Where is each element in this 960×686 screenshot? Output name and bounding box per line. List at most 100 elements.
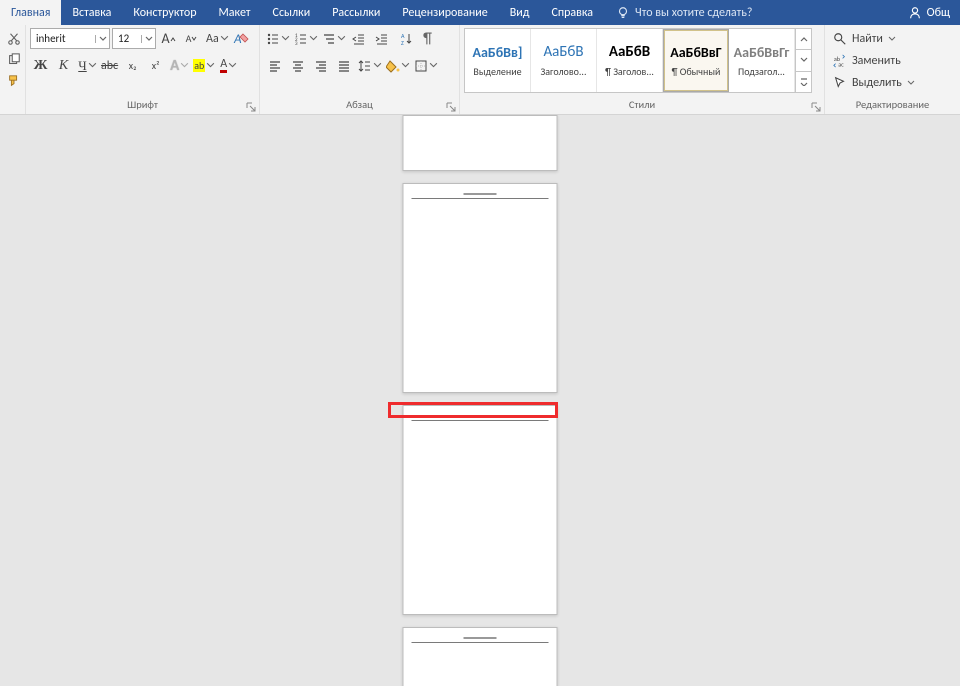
caret-down-icon (373, 61, 382, 70)
highlight-button[interactable]: ab (191, 55, 215, 76)
sort-button[interactable]: AZ (394, 28, 415, 49)
share-button[interactable]: Общ (898, 0, 960, 25)
style-item-0[interactable]: АаБбВв]Выделение (465, 29, 531, 92)
tab-design[interactable]: Конструктор (122, 0, 207, 25)
bullets-icon (266, 32, 280, 46)
strikethrough-button[interactable]: abc (99, 55, 120, 76)
align-center-button[interactable] (287, 55, 308, 76)
clear-formatting-button[interactable]: A (231, 28, 253, 49)
numbering-button[interactable]: 123 (292, 28, 318, 49)
replace-icon: abac (833, 54, 847, 68)
group-styles: АаБбВв]ВыделениеАаБбВЗаголово...АаБбВ¶ З… (460, 25, 825, 114)
copy-button[interactable] (3, 50, 24, 70)
dialog-launcher-icon[interactable] (246, 102, 256, 112)
svg-text:ac: ac (838, 60, 844, 68)
page-thumbnail-1[interactable] (403, 115, 558, 171)
select-button[interactable]: Выделить (829, 73, 954, 93)
style-item-3[interactable]: АаБбВвГ¶ Обычный (663, 29, 729, 92)
caret-down-icon (180, 61, 189, 70)
style-item-1[interactable]: АаБбВЗаголово... (531, 29, 597, 92)
text-effects-button[interactable]: A (168, 55, 189, 76)
tab-view[interactable]: Вид (499, 0, 541, 25)
group-paragraph-label: Абзац (260, 98, 459, 114)
page-thumbnail-4[interactable] (403, 627, 558, 686)
cut-button[interactable] (3, 29, 24, 49)
decrease-indent-button[interactable] (348, 28, 369, 49)
tab-review[interactable]: Рецензирование (391, 0, 498, 25)
superscript-button[interactable]: x² (145, 55, 166, 76)
tab-mailings[interactable]: Рассылки (321, 0, 391, 25)
italic-button[interactable]: К (53, 55, 74, 76)
brush-icon (7, 74, 21, 88)
font-name-select[interactable]: inherit (30, 28, 110, 49)
align-center-icon (291, 59, 305, 73)
more-icon (800, 78, 808, 86)
borders-button[interactable] (412, 55, 438, 76)
ribbon-tabs: Главная Вставка Конструктор Макет Ссылки… (0, 0, 960, 25)
gallery-more-button[interactable] (796, 72, 811, 92)
style-caption: Выделение (467, 65, 528, 78)
align-right-button[interactable] (310, 55, 331, 76)
share-label: Общ (927, 6, 950, 20)
styles-gallery: АаБбВв]ВыделениеАаБбВЗаголово...АаБбВ¶ З… (464, 28, 812, 93)
format-painter-button[interactable] (3, 71, 24, 91)
caret-down-icon (429, 61, 438, 70)
show-marks-button[interactable]: ¶ (417, 28, 438, 49)
sort-icon: AZ (399, 32, 413, 46)
tab-references[interactable]: Ссылки (262, 0, 322, 25)
search-icon (833, 32, 847, 46)
document-area[interactable] (0, 115, 960, 686)
increase-indent-button[interactable] (371, 28, 392, 49)
font-size-select[interactable]: 12 (112, 28, 156, 49)
borders-icon (414, 59, 428, 73)
page-thumbnail-2[interactable] (403, 183, 558, 393)
page-thumbnail-3[interactable] (403, 405, 558, 615)
multilevel-list-button[interactable] (320, 28, 346, 49)
justify-button[interactable] (333, 55, 354, 76)
shrink-font-button[interactable]: A (181, 28, 202, 49)
font-name-value: inherit (31, 32, 95, 45)
tab-insert[interactable]: Вставка (61, 0, 122, 25)
caret-down-icon (220, 34, 229, 43)
caret-up-icon (170, 36, 176, 42)
dialog-launcher-icon[interactable] (446, 102, 456, 112)
line-spacing-button[interactable] (356, 55, 382, 76)
subscript-button[interactable]: x₂ (122, 55, 143, 76)
dialog-launcher-icon[interactable] (811, 102, 821, 112)
grow-font-button[interactable]: A (158, 28, 179, 49)
caret-down-icon (141, 35, 155, 43)
caret-down-icon (337, 34, 346, 43)
lightbulb-icon (616, 6, 630, 20)
group-editing: Найти abac Заменить Выделить Редактирова… (825, 25, 960, 114)
underline-button[interactable]: Ч (76, 55, 97, 76)
bold-button[interactable]: Ж (30, 55, 51, 76)
font-color-button[interactable]: A (217, 55, 238, 76)
svg-text:Z: Z (401, 39, 404, 46)
group-clipboard-label (0, 98, 25, 114)
tell-me-search[interactable]: Что вы хотите сделать? (604, 0, 764, 25)
align-left-icon (268, 59, 282, 73)
gallery-down-button[interactable] (796, 50, 811, 71)
caret-down-icon (88, 61, 97, 70)
tab-home[interactable]: Главная (0, 0, 61, 25)
caret-down-icon (281, 34, 290, 43)
align-left-button[interactable] (264, 55, 285, 76)
shading-button[interactable] (384, 55, 410, 76)
gallery-up-button[interactable] (796, 29, 811, 50)
group-styles-label: Стили (460, 98, 824, 114)
font-size-value: 12 (113, 32, 141, 45)
style-item-4[interactable]: АаБбВвГгПодзагол... (729, 29, 795, 92)
tell-me-label: Что вы хотите сделать? (635, 6, 752, 20)
replace-button[interactable]: abac Заменить (829, 51, 954, 71)
caret-down-icon (191, 36, 197, 42)
multilevel-icon (322, 32, 336, 46)
paint-bucket-icon (386, 59, 400, 73)
style-item-2[interactable]: АаБбВ¶ Заголов... (597, 29, 663, 92)
find-button[interactable]: Найти (829, 29, 954, 49)
change-case-button[interactable]: Aa (204, 28, 229, 49)
bullets-button[interactable] (264, 28, 290, 49)
tab-layout[interactable]: Макет (208, 0, 262, 25)
caret-down-icon (309, 34, 318, 43)
tab-help[interactable]: Справка (540, 0, 604, 25)
outdent-icon (352, 32, 366, 46)
